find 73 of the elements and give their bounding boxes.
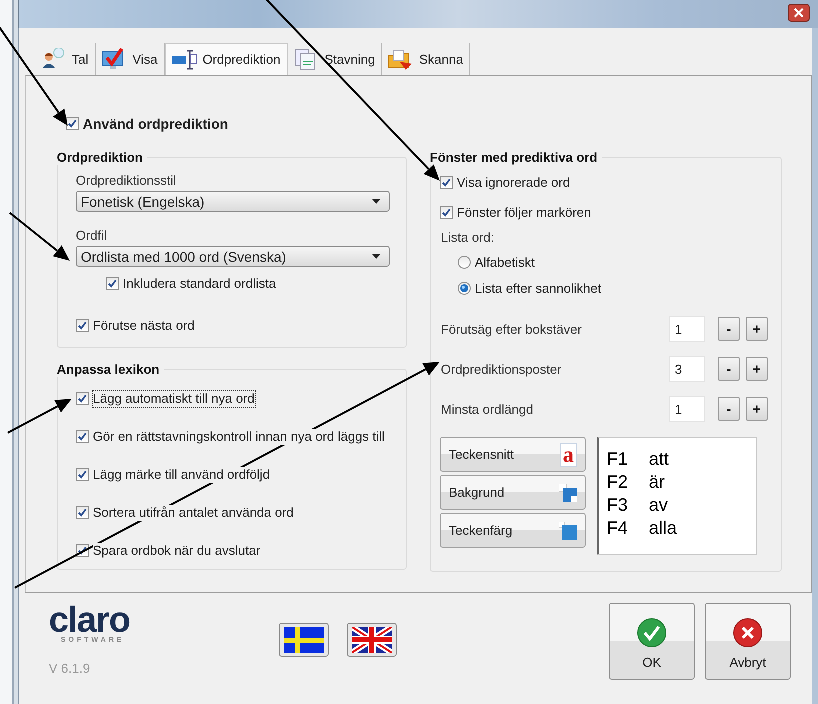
checkbox-label: Lägg märke till använd ordföljd: [93, 467, 270, 483]
square-icon: [559, 522, 577, 540]
checkbox-label: Använd ordprediktion: [83, 116, 228, 132]
dropdown[interactable]: Ordlista med 1000 ord (Svenska): [76, 246, 390, 267]
close-icon[interactable]: [788, 4, 810, 22]
checkbox[interactable]: [76, 430, 89, 443]
ok-button[interactable]: OK: [609, 603, 695, 680]
decrement-button[interactable]: -: [718, 317, 740, 341]
checkbox-label: Visa ignorerade ord: [457, 175, 570, 191]
checkbox[interactable]: [440, 206, 453, 219]
decrement-button[interactable]: -: [718, 357, 740, 381]
flag-icon: [284, 627, 324, 653]
field-label: Ordfil: [76, 228, 108, 243]
cancel-button[interactable]: Avbryt: [705, 603, 791, 680]
checkbox[interactable]: [76, 392, 89, 405]
checkbox[interactable]: [76, 319, 89, 332]
flag-icon: [352, 627, 392, 653]
predicted-word: att: [649, 448, 670, 471]
checkbox-label: Sortera utifrån antalet använda ord: [93, 505, 294, 521]
tab[interactable]: Ordprediktion: [164, 43, 288, 75]
number-field[interactable]: 1: [669, 396, 705, 422]
predicted-word: av: [649, 494, 670, 517]
checkbox[interactable]: [76, 468, 89, 481]
text-color-button[interactable]: Teckenfärg: [440, 513, 586, 548]
section-label: Lista ord:: [441, 230, 496, 245]
spinner-label: Förutsäg efter bokstäver: [441, 322, 582, 336]
number-field[interactable]: 3: [669, 356, 705, 382]
font-button[interactable]: Teckensnitt a: [440, 437, 586, 472]
group-title: Fönster med prediktiva ord: [429, 150, 599, 165]
shortcut-key: F2: [607, 471, 649, 494]
close-icon: [733, 618, 763, 648]
background-button[interactable]: Bakgrund: [440, 475, 586, 510]
checkbox-label: Spara ordbok när du avslutar: [93, 543, 261, 559]
predicted-word: är: [649, 471, 666, 494]
tab[interactable]: Visa: [96, 43, 165, 75]
shortcut-key: F4: [607, 517, 649, 540]
caret-icon: [372, 199, 381, 204]
language-button[interactable]: [279, 623, 329, 657]
radio-button[interactable]: [458, 256, 471, 269]
version-label: V 6.1.9: [49, 661, 92, 676]
font-icon: a: [560, 442, 577, 466]
radio-button[interactable]: [458, 282, 471, 295]
caret-icon: [372, 254, 381, 259]
text-cursor-icon: [172, 48, 197, 70]
tab[interactable]: Stavning: [288, 43, 382, 75]
shortcut-key: F1: [607, 448, 649, 471]
checkbox-label: Gör en rättstavningskontroll innan nya ord läggs till: [93, 429, 385, 445]
squares-icon: [559, 484, 577, 502]
language-button[interactable]: [347, 623, 397, 657]
checkbox-label: Fönster följer markören: [457, 205, 592, 221]
spinner-label: Ordprediktionsposter: [441, 362, 562, 376]
checkbox[interactable]: [76, 506, 89, 519]
checkbox[interactable]: [106, 277, 119, 290]
group-title: Anpassa lexikon: [56, 362, 161, 377]
group-title: Ordprediktion: [56, 150, 144, 165]
checkmark-icon: [637, 618, 667, 648]
decrement-button[interactable]: -: [718, 397, 740, 421]
checkbox[interactable]: [66, 117, 79, 130]
shortcut-key: F3: [607, 494, 649, 517]
predicted-word: alla: [649, 517, 678, 540]
number-field[interactable]: 1: [669, 316, 705, 342]
folder-icon: [388, 48, 414, 70]
spinner-label: Minsta ordlängd: [441, 402, 534, 416]
field-label: Ordprediktionsstil: [76, 173, 178, 188]
increment-button[interactable]: +: [746, 357, 768, 381]
checkbox-label: Lägg automatiskt till nya ord: [93, 391, 255, 407]
increment-button[interactable]: +: [746, 317, 768, 341]
logo: claro: [49, 603, 132, 637]
annotation-arrow: [9, 212, 70, 261]
dropdown[interactable]: Fonetisk (Engelska): [76, 191, 390, 212]
checkbox[interactable]: [440, 176, 453, 189]
increment-button[interactable]: +: [746, 397, 768, 421]
person-icon: [41, 48, 66, 70]
